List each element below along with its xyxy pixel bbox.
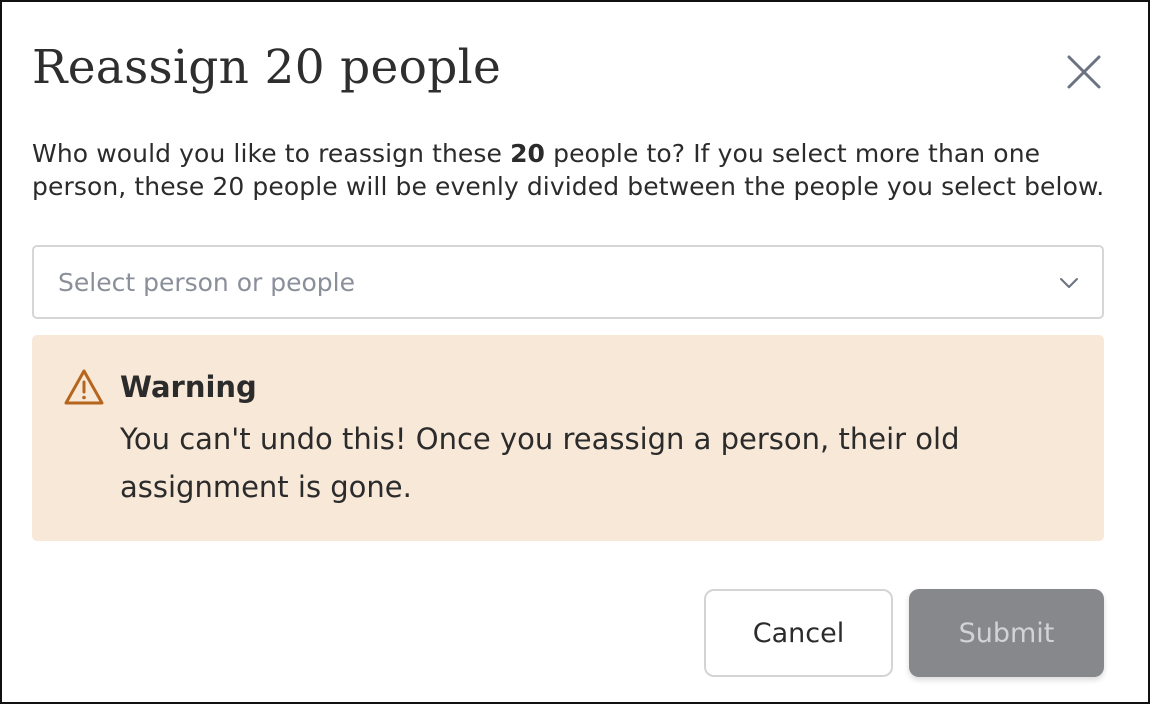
- description-count: 20: [510, 139, 546, 168]
- warning-title: Warning: [120, 370, 257, 404]
- warning-banner: Warning You can't undo this! Once you re…: [32, 335, 1104, 541]
- submit-button[interactable]: Submit: [909, 589, 1104, 677]
- close-icon: [1067, 55, 1101, 89]
- warning-triangle-icon: [64, 369, 104, 405]
- person-select[interactable]: Select person or people: [32, 245, 1104, 319]
- dialog-title: Reassign 20 people: [32, 40, 502, 95]
- dialog-description: Who would you like to reassign these 20 …: [32, 137, 1107, 203]
- reassign-dialog: Reassign 20 people Who would you like to…: [0, 0, 1150, 704]
- close-button[interactable]: [1064, 52, 1104, 92]
- description-before: Who would you like to reassign these: [32, 139, 511, 168]
- cancel-button[interactable]: Cancel: [704, 589, 893, 677]
- chevron-down-icon: [1060, 278, 1078, 288]
- select-placeholder: Select person or people: [58, 268, 355, 297]
- warning-text: You can't undo this! Once you reassign a…: [120, 422, 960, 504]
